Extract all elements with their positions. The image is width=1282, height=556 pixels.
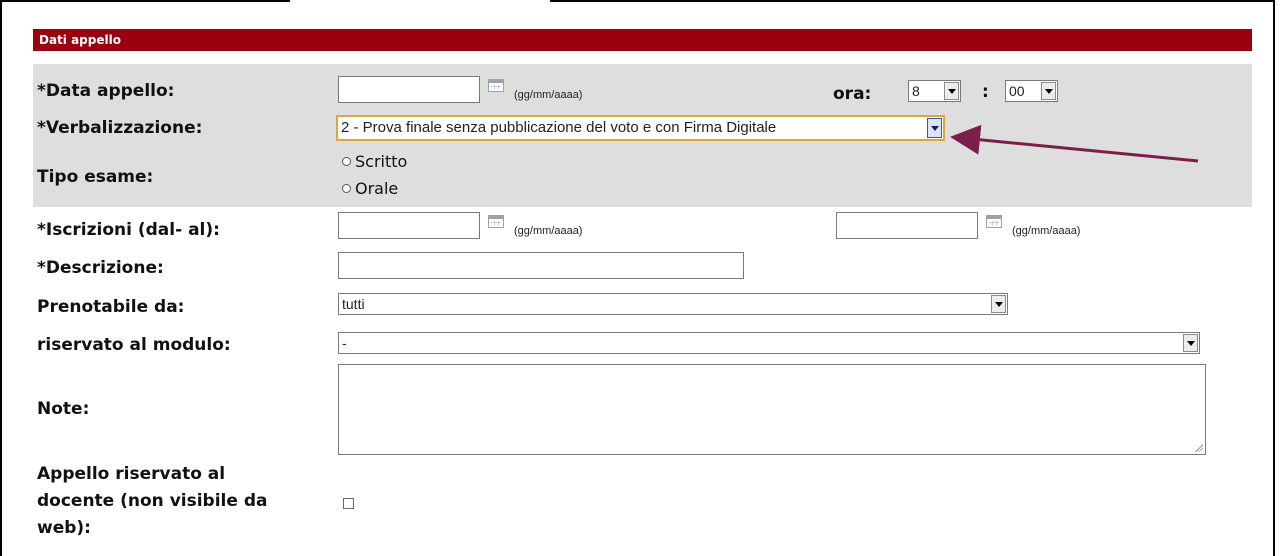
annotation-arrow [950,124,1199,163]
